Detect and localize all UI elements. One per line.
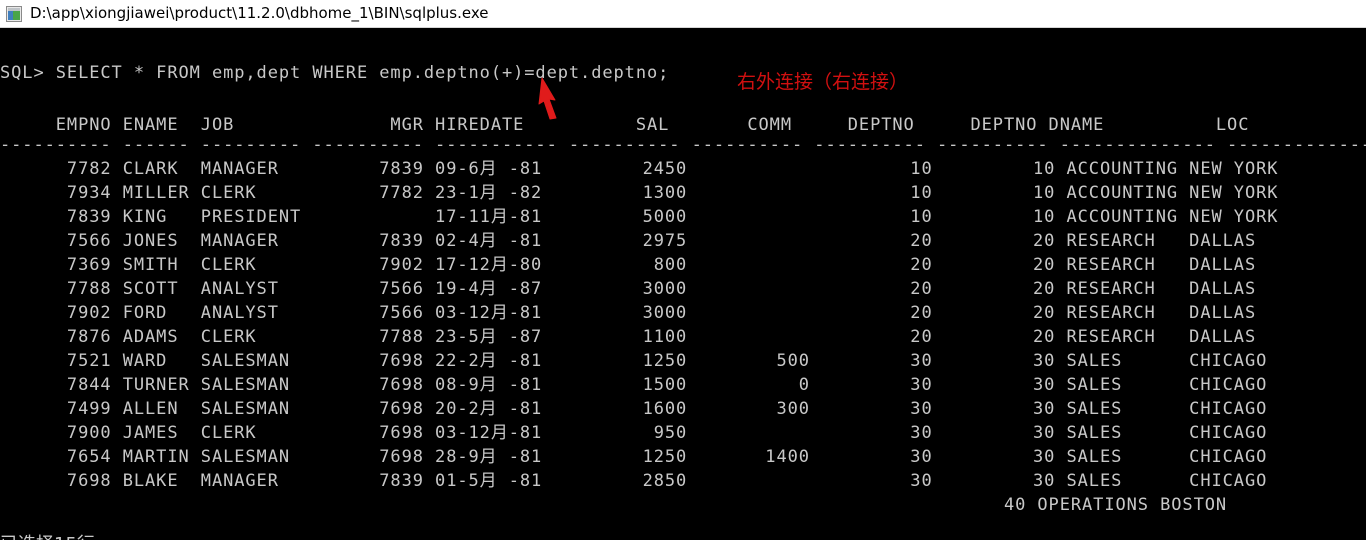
table-row: 7369 SMITH CLERK 7902 17-12月-80 800 20 2… [0,255,1257,275]
window-titlebar[interactable]: D:\app\xiongjiawei\product\11.2.0\dbhome… [0,0,1366,28]
console-window-icon [6,5,22,22]
table-row: 7788 SCOTT ANALYST 7566 19-4月 -87 3000 2… [0,279,1257,299]
terminal-console[interactable]: SQL> SELECT * FROM emp,dept WHERE emp.de… [0,28,1366,540]
table-row: 7782 CLARK MANAGER 7839 09-6月 -81 2450 1… [0,159,1279,179]
table-header-rule: ---------- ------ --------- ---------- -… [0,135,1366,155]
table-row: 7902 FORD ANALYST 7566 03-12月-81 3000 20… [0,303,1257,323]
sql-command-line: SQL> SELECT * FROM emp,dept WHERE emp.de… [0,63,670,83]
window-title: D:\app\xiongjiawei\product\11.2.0\dbhome… [30,4,489,22]
table-row: 7900 JAMES CLERK 7698 03-12月-81 950 30 3… [0,423,1268,443]
table-row: 7521 WARD SALESMAN 7698 22-2月 -81 1250 5… [0,351,1268,371]
table-row: 7566 JONES MANAGER 7839 02-4月 -81 2975 2… [0,231,1257,251]
table-row: 7844 TURNER SALESMAN 7698 08-9月 -81 1500… [0,375,1268,395]
table-row: 7698 BLAKE MANAGER 7839 01-5月 -81 2850 3… [0,471,1268,491]
table-row: 7934 MILLER CLERK 7782 23-1月 -82 1300 10… [0,183,1279,203]
status-line: 已选择15行。 [0,533,113,540]
table-row: 7839 KING PRESIDENT 17-11月-81 5000 10 10… [0,207,1279,227]
table-row: 7876 ADAMS CLERK 7788 23-5月 -87 1100 20 … [0,327,1257,347]
table-row: 7499 ALLEN SALESMAN 7698 20-2月 -81 1600 … [0,399,1268,419]
table-row: 7654 MARTIN SALESMAN 7698 28-9月 -81 1250… [0,447,1268,467]
table-row: 40 OPERATIONS BOSTON [0,495,1228,515]
annotation-label: 右外连接（右连接） [737,71,909,93]
table-body: 7782 CLARK MANAGER 7839 09-6月 -81 2450 1… [0,157,1278,517]
